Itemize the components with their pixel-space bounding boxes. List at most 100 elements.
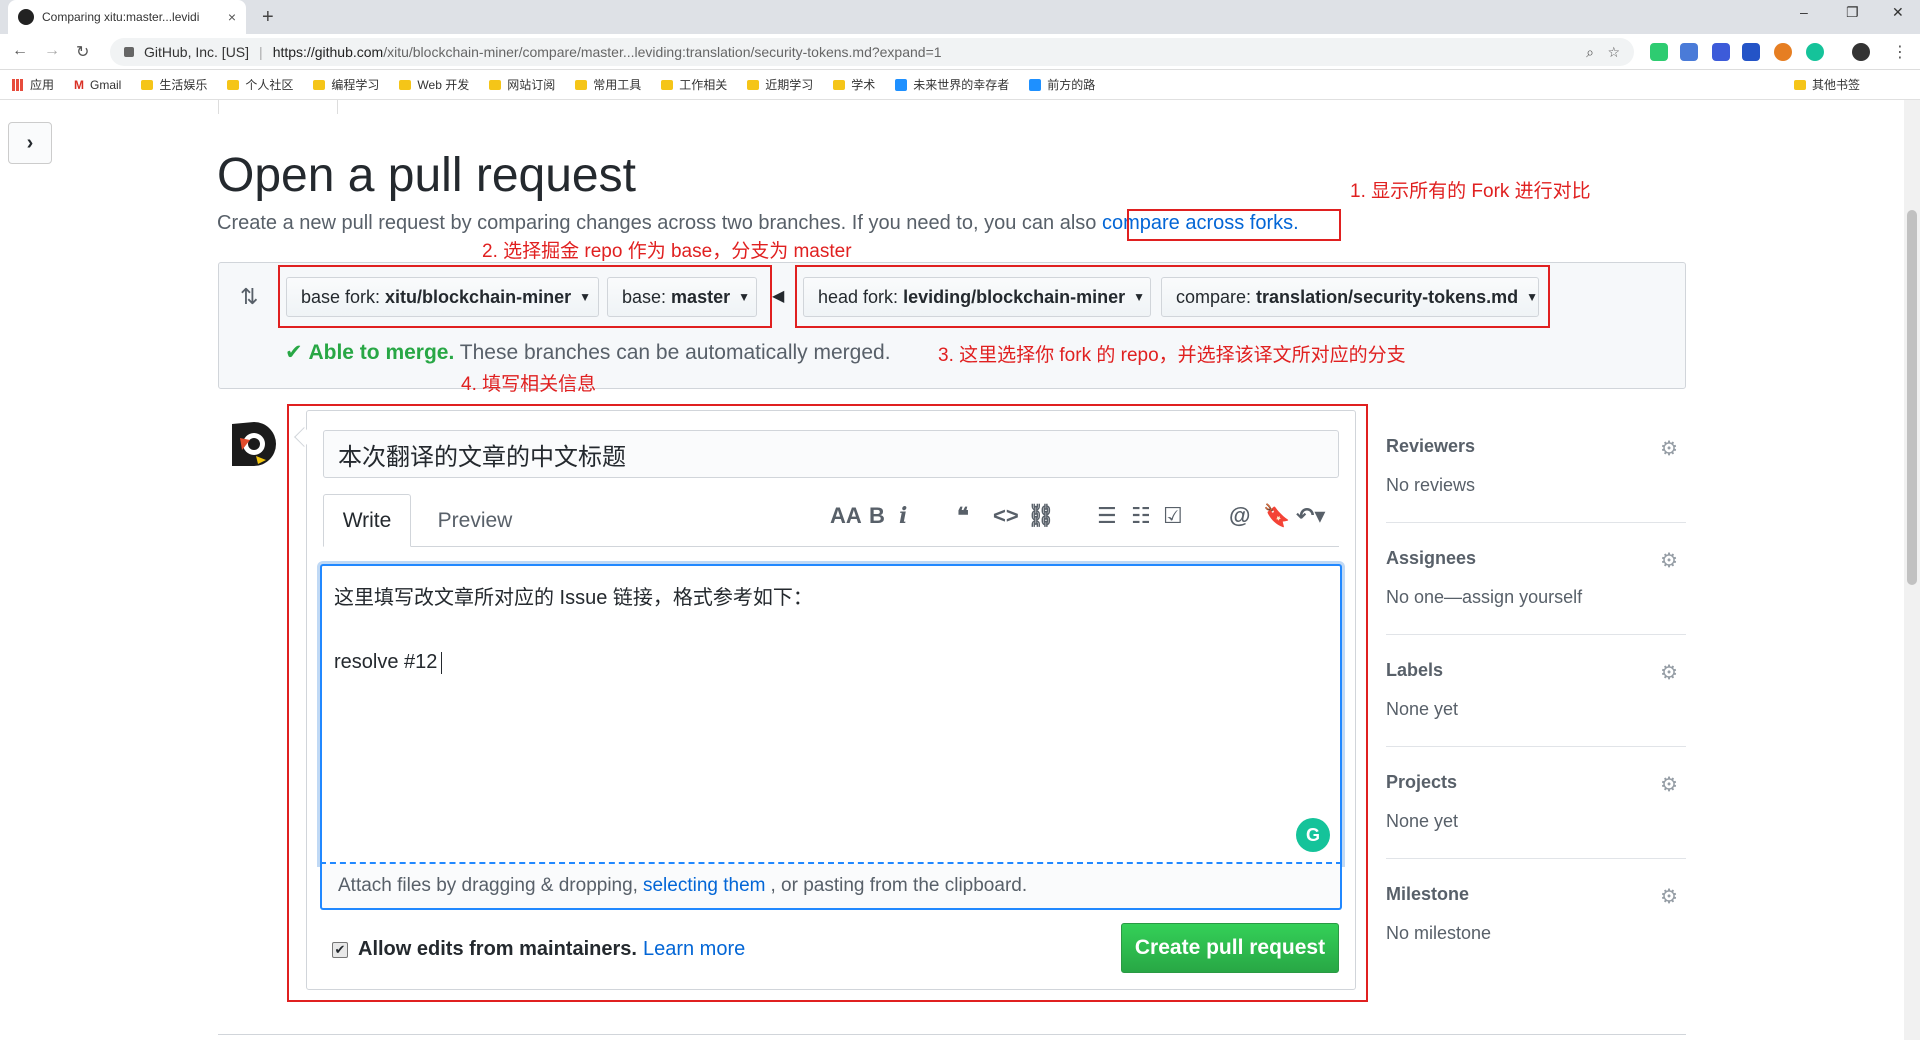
create-pull-request-button[interactable]: Create pull request	[1121, 923, 1339, 973]
pr-body-textarea[interactable]: 这里填写改文章所对应的 Issue 链接，格式参考如下： resolve #12	[320, 564, 1342, 864]
body-line-2: resolve #12	[334, 651, 438, 673]
bottom-panel-edge	[218, 1034, 1686, 1040]
base-fork-dropdown[interactable]: base fork: xitu/blockchain-miner ▼	[286, 277, 599, 317]
bookmark-site[interactable]: 未来世界的幸存者	[895, 76, 1009, 93]
apps-icon	[12, 78, 24, 91]
avatar[interactable]	[226, 416, 278, 472]
git-compare-icon: ⇅	[240, 284, 259, 309]
bold-icon[interactable]: B	[869, 503, 885, 529]
sidebar-heading: Reviewers	[1386, 436, 1476, 456]
omnibox[interactable]: GitHub, Inc. [US] | https://github.com/x…	[110, 38, 1634, 66]
grammarly-extension-icon[interactable]	[1806, 43, 1824, 61]
gmail-icon: M	[74, 77, 85, 92]
bookmark-folder[interactable]: 编程学习	[313, 76, 379, 93]
head-fork-dropdown[interactable]: head fork: leviding/blockchain-miner ▼	[803, 277, 1151, 317]
attach-files-bar[interactable]: Attach files by dragging & dropping, sele…	[320, 864, 1342, 910]
bookmark-folder[interactable]: 个人社区	[227, 76, 293, 93]
gear-icon[interactable]: ⚙	[1660, 772, 1678, 797]
chevron-right-icon[interactable]: ›	[8, 122, 52, 164]
zoom-icon[interactable]: ⌕	[1586, 44, 1594, 61]
pr-title-input[interactable]: 本次翻译的文章的中文标题	[323, 430, 1339, 478]
extension-icon[interactable]	[1712, 43, 1730, 61]
bookmark-site[interactable]: 前方的路	[1029, 76, 1095, 93]
check-icon: ✔	[285, 341, 303, 364]
learn-more-link[interactable]: Learn more	[643, 938, 745, 961]
translate-extension-icon[interactable]	[1680, 43, 1698, 61]
bookmark-folder[interactable]: 工作相关	[661, 76, 727, 93]
close-window-button[interactable]: ✕	[1892, 4, 1904, 21]
bookmark-label: 网站订阅	[507, 78, 556, 92]
attach-text-2: , or pasting from the clipboard.	[770, 875, 1028, 896]
sidebar-heading: Milestone	[1386, 884, 1470, 904]
close-tab-icon[interactable]: ×	[228, 9, 236, 25]
github-icon	[18, 9, 34, 25]
folder-icon	[661, 79, 674, 90]
bookmark-label: 编程学习	[331, 78, 380, 92]
reply-icon[interactable]: ↶▾	[1296, 503, 1325, 529]
allow-edits-checkbox[interactable]: ✔	[332, 941, 348, 958]
scrollbar[interactable]	[1904, 100, 1920, 1040]
sidebar-milestone: Milestone ⚙ No milestone	[1386, 884, 1686, 944]
numbered-list-icon[interactable]: ☷	[1131, 503, 1151, 529]
evernote-extension-icon[interactable]	[1650, 43, 1668, 61]
sidebar-value: None yet	[1386, 811, 1459, 831]
bookmark-folder[interactable]: 生活娱乐	[141, 76, 207, 93]
bulleted-list-icon[interactable]: ☰	[1097, 503, 1117, 529]
annotation-2: 2. 选择掘金 repo 作为 base，分支为 master	[482, 241, 852, 262]
link-icon[interactable]: ⛓	[1027, 503, 1055, 529]
bookmark-label: Gmail	[90, 77, 122, 92]
restore-button[interactable]: ❐	[1846, 4, 1859, 21]
dropdown-label: compare:	[1176, 286, 1252, 307]
sidebar-divider	[1386, 746, 1686, 747]
bookmark-folder[interactable]: Web 开发	[399, 76, 469, 93]
extension-icon[interactable]	[1742, 43, 1760, 61]
quote-icon[interactable]: ❝	[957, 503, 969, 529]
bookmark-label: 生活娱乐	[159, 78, 208, 92]
minimize-button[interactable]: –	[1800, 4, 1808, 20]
scrollbar-thumb[interactable]	[1907, 210, 1917, 585]
text-size-icon[interactable]: AA	[830, 503, 862, 529]
gear-icon[interactable]: ⚙	[1660, 660, 1678, 685]
bookmark-folder[interactable]: 学术	[833, 76, 875, 93]
new-tab-button[interactable]: +	[262, 6, 274, 29]
grammarly-icon[interactable]: G	[1296, 818, 1330, 852]
bookmark-gmail[interactable]: M Gmail	[74, 78, 121, 92]
sidebar-value[interactable]: No one—assign yourself	[1386, 587, 1686, 608]
gear-icon[interactable]: ⚙	[1660, 436, 1678, 461]
annotation-box	[1127, 209, 1341, 241]
sidebar-value: None yet	[1386, 699, 1459, 719]
able-to-merge: Able to merge.	[308, 341, 455, 364]
italic-icon[interactable]: i	[899, 503, 907, 529]
merge-message: These branches can be automatically merg…	[459, 341, 891, 364]
page-title: Open a pull request	[217, 149, 636, 202]
bookmark-icon[interactable]: 🔖	[1263, 503, 1290, 529]
gear-icon[interactable]: ⚙	[1660, 548, 1678, 573]
selecting-them-link[interactable]: selecting them	[643, 875, 766, 897]
bookmark-folder[interactable]: 近期学习	[747, 76, 813, 93]
bookmark-other[interactable]: 其他书签	[1793, 76, 1860, 93]
tab-write[interactable]: Write	[323, 494, 411, 547]
bookmark-star-icon[interactable]: ☆	[1607, 44, 1620, 61]
bookmark-apps[interactable]: 应用	[12, 76, 54, 93]
back-icon[interactable]: ←	[12, 42, 28, 60]
sidebar-divider	[1386, 522, 1686, 523]
folder-icon	[1793, 79, 1806, 90]
forward-icon[interactable]: →	[44, 42, 60, 60]
compare-branch-dropdown[interactable]: compare: translation/security-tokens.md ▼	[1161, 277, 1539, 317]
sidebar-heading: Labels	[1386, 660, 1444, 680]
bookmark-folder[interactable]: 网站订阅	[489, 76, 555, 93]
text-cursor	[441, 651, 443, 674]
gear-icon[interactable]: ⚙	[1660, 884, 1678, 909]
tab-preview[interactable]: Preview	[420, 494, 530, 547]
bookmark-folder[interactable]: 常用工具	[575, 76, 641, 93]
browser-tab[interactable]: Comparing xitu:master...levidi ×	[8, 0, 246, 34]
mention-icon[interactable]: @	[1229, 503, 1250, 529]
base-branch-dropdown[interactable]: base: master ▼	[607, 277, 757, 317]
task-list-icon[interactable]: ☑	[1163, 503, 1183, 529]
profile-avatar[interactable]	[1852, 43, 1870, 61]
extension-icon[interactable]	[1774, 43, 1792, 61]
site-icon	[895, 78, 908, 91]
code-icon[interactable]: <>	[993, 503, 1019, 529]
reload-icon[interactable]: ↻	[76, 42, 89, 62]
menu-icon[interactable]: ⋮	[1892, 42, 1908, 62]
